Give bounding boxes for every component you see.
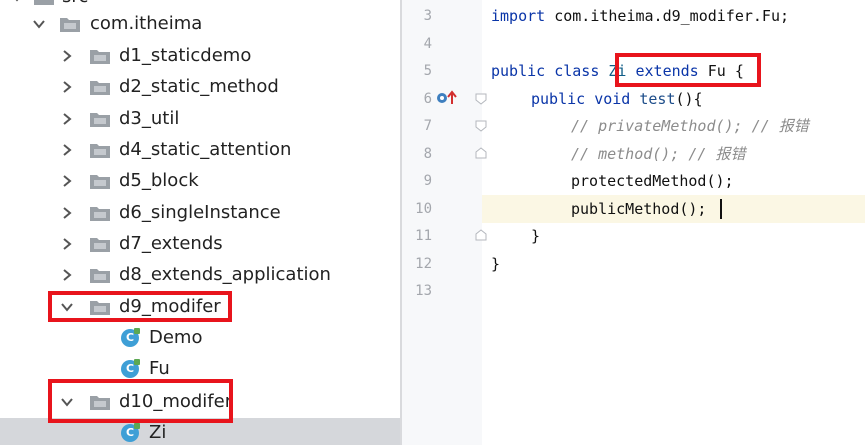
line-number: 7 (423, 118, 432, 134)
package-folder-icon (90, 111, 110, 128)
line-number: 11 (415, 228, 432, 244)
tree-row-d1-staticdemo[interactable]: d1_staticdemo (0, 41, 400, 71)
highlight-box-d9-modifer (48, 291, 232, 322)
tree-row-d3-util[interactable]: d3_util (0, 104, 400, 134)
tree-label: com.itheima (90, 13, 203, 34)
tree-row-d7-extends[interactable]: d7_extends (0, 229, 400, 259)
package-folder-icon (90, 236, 110, 253)
java-class-icon: C (121, 423, 140, 442)
package-folder-icon (90, 173, 110, 190)
chevron-right-icon[interactable] (60, 80, 74, 94)
line-number: 4 (423, 36, 432, 52)
package-folder-icon (90, 79, 110, 96)
tree-label: d2_static_method (119, 76, 279, 97)
line-number: 3 (423, 8, 432, 24)
chevron-right-icon[interactable] (60, 49, 74, 63)
package-folder-icon (90, 48, 110, 65)
project-tree: src com.itheima d1_staticdemo d2_static_… (0, 0, 400, 445)
tree-label: d3_util (119, 108, 180, 129)
tree-row-d5-block[interactable]: d5_block (0, 166, 400, 196)
code-line-8: // method(); // 报错 (571, 145, 746, 163)
override-up-arrow-icon[interactable] (437, 90, 459, 110)
chevron-right-icon[interactable] (60, 112, 74, 126)
code-line-10: publicMethod(); (571, 200, 707, 218)
tree-label: Demo (149, 327, 203, 348)
tree-row-d8-extends-application[interactable]: d8_extends_application (0, 260, 400, 290)
tree-label: d1_staticdemo (119, 45, 252, 66)
code-line-9: protectedMethod(); (571, 172, 734, 190)
java-class-icon: C (121, 328, 140, 347)
chevron-right-icon[interactable] (60, 237, 74, 251)
line-number: 10 (415, 201, 432, 217)
line-number: 5 (423, 63, 432, 79)
code-line-12: } (491, 255, 501, 273)
tree-label: d7_extends (119, 233, 223, 254)
chevron-down-icon[interactable] (32, 17, 46, 31)
line-number: 6 (423, 91, 432, 107)
fold-marker-icon[interactable] (475, 147, 487, 159)
package-folder-icon (90, 142, 110, 159)
line-number: 12 (415, 256, 432, 272)
tree-label: d5_block (119, 170, 199, 191)
code-editor[interactable]: 3 4 5 6 7 8 9 10 11 12 13 import com.ith… (402, 0, 865, 445)
tree-label: d8_extends_application (119, 264, 331, 285)
fold-marker-icon[interactable] (475, 229, 487, 241)
chevron-right-icon[interactable] (60, 174, 74, 188)
tree-row-d6-singleinstance[interactable]: d6_singleInstance (0, 198, 400, 228)
code-line-6: public void test(){ (531, 90, 703, 108)
chevron-right-icon[interactable] (60, 206, 74, 220)
line-number: 9 (423, 173, 432, 189)
tree-row-demo[interactable]: C Demo (0, 323, 400, 353)
package-folder-icon (60, 16, 80, 33)
package-folder-icon (90, 267, 110, 284)
tree-row-com-itheima[interactable]: com.itheima (0, 9, 400, 39)
text-caret (720, 199, 722, 219)
chevron-right-icon[interactable] (60, 268, 74, 282)
chevron-down-icon[interactable] (10, 0, 24, 4)
tree-row-d4-static-attention[interactable]: d4_static_attention (0, 135, 400, 165)
tree-row-d2-static-method[interactable]: d2_static_method (0, 72, 400, 102)
line-number: 8 (423, 146, 432, 162)
package-folder-icon (90, 205, 110, 222)
chevron-right-icon[interactable] (60, 143, 74, 157)
fold-marker-icon[interactable] (475, 93, 487, 105)
code-line-11: } (531, 227, 541, 245)
java-class-icon: C (121, 359, 140, 378)
highlight-box-d10-modifer (48, 379, 233, 423)
tree-label: d4_static_attention (119, 139, 292, 160)
highlight-box-class-declaration (615, 53, 761, 87)
folder-icon (34, 0, 54, 6)
line-number: 13 (415, 283, 432, 299)
code-line-3: import com.itheima.d9_modifer.Fu; (491, 7, 790, 25)
tree-label: d6_singleInstance (119, 202, 281, 223)
code-line-7: // privateMethod(); // 报错 (571, 117, 809, 135)
fold-marker-icon[interactable] (475, 120, 487, 132)
